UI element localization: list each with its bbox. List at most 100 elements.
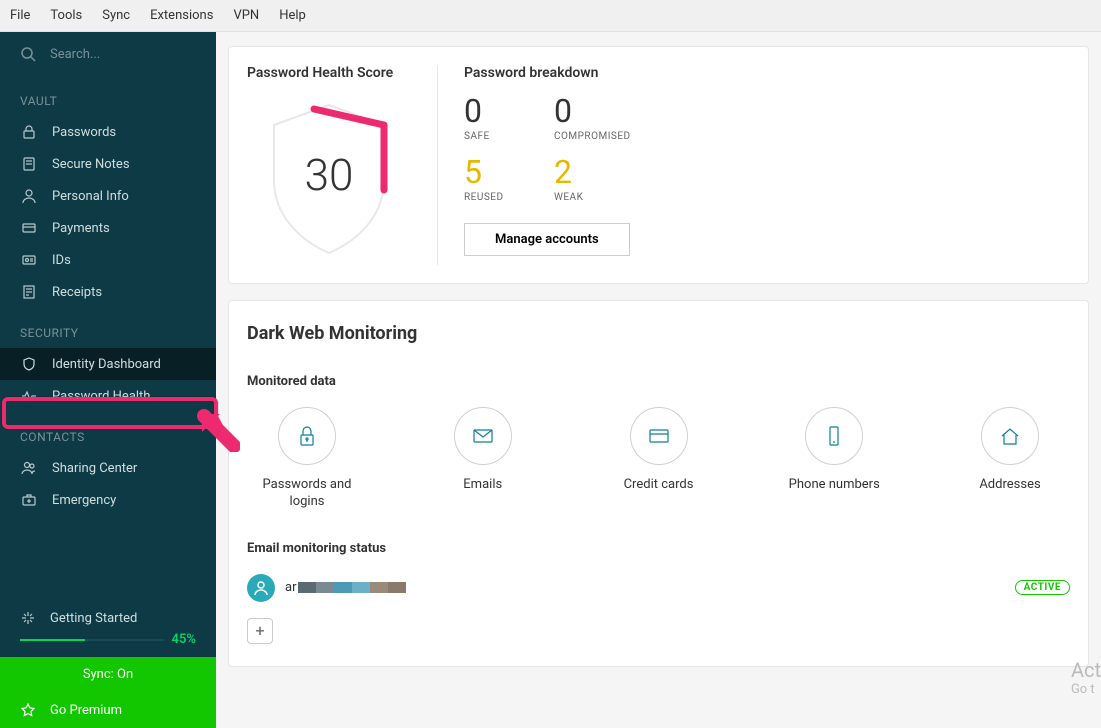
pulse-icon: [20, 387, 38, 405]
monitored-passwords-logins[interactable]: Passwords and logins: [247, 407, 367, 511]
note-icon: [20, 155, 38, 173]
monitored-label: Phone numbers: [789, 477, 880, 494]
progress-percent: 45%: [172, 632, 196, 647]
medkit-icon: [20, 491, 38, 509]
lock-icon: [294, 423, 320, 449]
manage-accounts-button[interactable]: Manage accounts: [464, 223, 630, 256]
card-icon: [20, 219, 38, 237]
menu-file[interactable]: File: [10, 8, 30, 23]
progress-fill: [20, 639, 85, 641]
breakdown-reused-count: 5: [464, 156, 514, 188]
menu-tools[interactable]: Tools: [50, 8, 82, 23]
sidebar-item-personal-info[interactable]: Personal Info: [0, 180, 216, 212]
lock-icon: [20, 123, 38, 141]
progress-row: 45%: [0, 632, 216, 657]
breakdown-weak: 2 WEAK: [554, 156, 604, 203]
sidebar-item-label: Password Health: [52, 389, 150, 404]
monitored-label: Passwords and logins: [247, 477, 367, 511]
sync-label: Sync: On: [83, 667, 133, 682]
phone-icon: [821, 423, 847, 449]
monitored-label: Emails: [463, 477, 502, 494]
card-icon: [646, 423, 672, 449]
progress-bar: [20, 639, 164, 641]
sidebar-item-passwords[interactable]: Passwords: [0, 116, 216, 148]
main-content: Password Health Score 30 Password breakd…: [216, 32, 1101, 728]
breakdown-safe-count: 0: [464, 95, 514, 127]
search-icon: [20, 46, 36, 62]
sidebar: VAULT Passwords Secure Notes Personal In…: [0, 32, 216, 728]
sidebar-item-label: Identity Dashboard: [52, 357, 161, 372]
breakdown-safe-label: SAFE: [464, 131, 514, 142]
email-address-redacted: ar: [285, 580, 406, 595]
health-card: Password Health Score 30 Password breakd…: [228, 46, 1089, 284]
monitored-label: Credit cards: [624, 477, 694, 494]
sparkle-icon: [20, 610, 36, 626]
sidebar-item-sharing-center[interactable]: Sharing Center: [0, 452, 216, 484]
status-badge-active: ACTIVE: [1015, 580, 1070, 595]
darkweb-title: Dark Web Monitoring: [247, 323, 1070, 344]
monitored-data-label: Monitored data: [247, 374, 1070, 389]
breakdown-safe: 0 SAFE: [464, 95, 514, 142]
sidebar-item-label: Receipts: [52, 285, 102, 300]
search-row[interactable]: [0, 32, 216, 76]
section-contacts-label: CONTACTS: [0, 412, 216, 452]
add-email-button[interactable]: +: [247, 618, 273, 644]
section-vault-label: VAULT: [0, 76, 216, 116]
menu-extensions[interactable]: Extensions: [150, 8, 213, 23]
health-shield: 30: [254, 95, 404, 265]
person-icon: [20, 187, 38, 205]
monitored-label: Addresses: [979, 477, 1040, 494]
sidebar-item-ids[interactable]: IDs: [0, 244, 216, 276]
sidebar-item-password-health[interactable]: Password Health: [0, 380, 216, 412]
sidebar-item-label: Sharing Center: [52, 461, 137, 476]
breakdown-title: Password breakdown: [464, 65, 1070, 81]
breakdown-compromised-count: 0: [554, 95, 631, 127]
section-security-label: SECURITY: [0, 308, 216, 348]
sidebar-item-label: Secure Notes: [52, 157, 130, 172]
monitored-emails[interactable]: Emails: [423, 407, 543, 511]
darkweb-card: Dark Web Monitoring Monitored data Passw…: [228, 300, 1089, 667]
sidebar-item-identity-dashboard[interactable]: Identity Dashboard: [0, 348, 216, 380]
sidebar-item-payments[interactable]: Payments: [0, 212, 216, 244]
breakdown-reused-label: REUSED: [464, 192, 514, 203]
health-score-title: Password Health Score: [247, 65, 411, 81]
monitored-phone-numbers[interactable]: Phone numbers: [774, 407, 894, 511]
email-status-row: ar ACTIVE: [247, 574, 1070, 602]
sync-status[interactable]: Sync: On: [0, 657, 216, 692]
menu-vpn[interactable]: VPN: [233, 8, 259, 23]
search-input[interactable]: [50, 47, 196, 62]
menu-sync[interactable]: Sync: [102, 8, 130, 23]
redaction-bar: [298, 582, 406, 593]
sidebar-item-label: Personal Info: [52, 189, 129, 204]
breakdown-weak-label: WEAK: [554, 192, 604, 203]
sidebar-item-label: IDs: [52, 253, 71, 268]
star-icon: [20, 702, 36, 718]
menu-bar: File Tools Sync Extensions VPN Help: [0, 0, 1101, 32]
people-icon: [20, 459, 38, 477]
divider: [437, 65, 438, 265]
sidebar-item-emergency[interactable]: Emergency: [0, 484, 216, 516]
home-icon: [997, 423, 1023, 449]
avatar: [247, 574, 275, 602]
health-score-number: 30: [305, 149, 354, 201]
monitored-addresses[interactable]: Addresses: [950, 407, 1070, 511]
email-monitoring-label: Email monitoring status: [247, 541, 1070, 556]
breakdown-reused: 5 REUSED: [464, 156, 514, 203]
getting-started[interactable]: Getting Started: [0, 600, 216, 632]
envelope-icon: [470, 423, 496, 449]
sidebar-item-label: Passwords: [52, 125, 116, 140]
go-premium[interactable]: Go Premium: [0, 692, 216, 728]
getting-started-label: Getting Started: [50, 611, 137, 626]
monitored-credit-cards[interactable]: Credit cards: [599, 407, 719, 511]
arrow-pink-icon: [196, 408, 240, 452]
id-icon: [20, 251, 38, 269]
premium-label: Go Premium: [50, 703, 122, 718]
receipt-icon: [20, 283, 38, 301]
menu-help[interactable]: Help: [279, 8, 306, 23]
sidebar-item-receipts[interactable]: Receipts: [0, 276, 216, 308]
shield-icon: [20, 355, 38, 373]
sidebar-item-secure-notes[interactable]: Secure Notes: [0, 148, 216, 180]
breakdown-compromised: 0 COMPROMISED: [554, 95, 631, 142]
sidebar-item-label: Payments: [52, 221, 110, 236]
breakdown-weak-count: 2: [554, 156, 604, 188]
